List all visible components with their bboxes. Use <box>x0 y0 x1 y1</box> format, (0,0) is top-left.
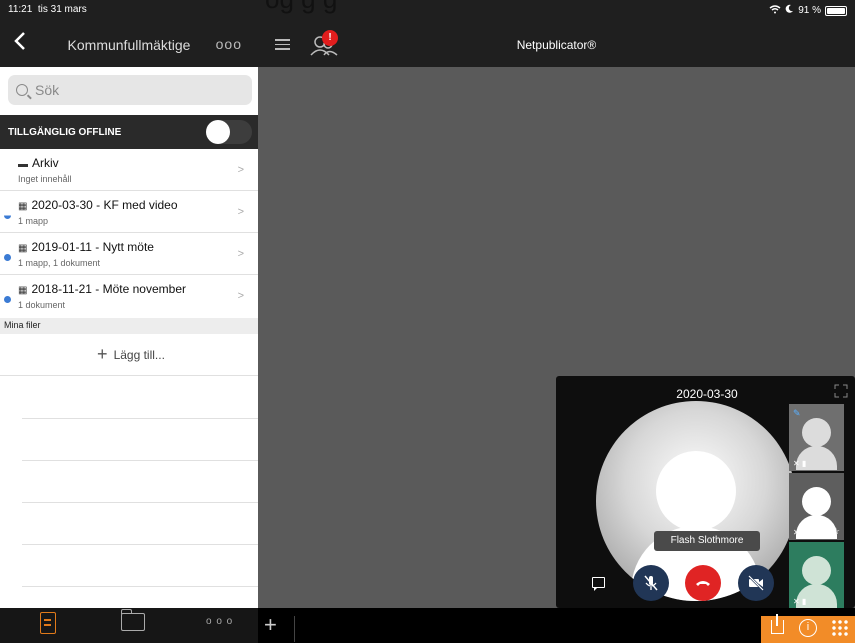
sidebar-toolbar: o o o <box>0 608 258 643</box>
plus-icon: + <box>97 344 108 364</box>
muted-status-icon: ✕ ▮ <box>793 597 807 606</box>
info-icon[interactable]: i <box>799 619 817 637</box>
chevron-right-icon: > <box>237 290 244 302</box>
unread-dot-icon <box>4 296 11 303</box>
status-time: 11:21 tis 31 mars <box>8 4 87 15</box>
document-actions: i <box>761 614 855 643</box>
battery-icon <box>825 5 847 16</box>
sidebar: Kommunfullmäktige ooo Sök TILLGÄNGLIG OF… <box>0 0 258 608</box>
unread-dot-icon <box>4 212 11 219</box>
participant-thumbnail[interactable]: ✕ ▮ <box>789 542 844 608</box>
offline-row: TILLGÄNGLIG OFFLINE <box>0 115 258 149</box>
camera-off-icon <box>748 575 764 591</box>
meeting-title: 2020-03-30 <box>676 387 738 401</box>
expand-icon[interactable] <box>834 384 848 398</box>
app-title: Netpublicator® <box>516 38 597 52</box>
chevron-right-icon: > <box>237 206 244 218</box>
folder-row-archive[interactable]: ▬ Arkiv Inget innehåll > <box>0 149 258 191</box>
folder-tab-icon[interactable] <box>121 609 145 631</box>
unread-dot-icon <box>4 254 11 261</box>
share-icon[interactable] <box>771 614 784 634</box>
star-icon: ☆ <box>831 526 840 536</box>
moon-icon <box>785 4 794 17</box>
muted-status-icon: ✕ ▮ <box>793 459 807 468</box>
participant-thumbnail[interactable]: ✕ ▮ ☆ <box>789 473 844 540</box>
folder-row-2018[interactable]: ▦ 2018-11-21 - Möte november 1 dokument > <box>0 275 258 317</box>
folder-row-2020[interactable]: ▦ 2020-03-30 - KF med video 1 mapp > <box>0 191 258 233</box>
phone-hangup-icon <box>696 581 710 586</box>
search-icon <box>16 84 28 96</box>
camera-button[interactable] <box>738 565 774 601</box>
offline-toggle[interactable] <box>206 120 252 144</box>
calendar-icon: ▦ <box>18 201 28 212</box>
add-file-button[interactable]: + Lägg till... <box>0 334 258 376</box>
grid-icon[interactable] <box>831 619 849 637</box>
chat-icon[interactable] <box>592 577 605 591</box>
pin-icon: ✎ <box>793 408 801 418</box>
list-divider <box>22 502 258 503</box>
battery-percent: 91 % <box>798 5 821 16</box>
calendar-icon: ▦ <box>18 243 28 254</box>
participant-thumbnail[interactable]: ✎ ✕ ▮ <box>789 404 844 471</box>
calendar-icon: ▦ <box>18 285 28 296</box>
list-divider <box>22 586 258 587</box>
more-options-icon[interactable]: ooo <box>216 36 242 52</box>
list-divider <box>22 418 258 419</box>
search-placeholder: Sök <box>35 82 60 98</box>
wifi-icon <box>769 4 781 17</box>
documents-tab-icon[interactable] <box>40 612 56 634</box>
folder-row-2019[interactable]: ▦ 2019-01-11 - Nytt möte 1 mapp, 1 dokume… <box>0 233 258 275</box>
speaker-name: Flash Slothmore <box>654 531 760 551</box>
window-title-fragment: og g g <box>265 0 337 15</box>
muted-status-icon: ✕ ▮ <box>793 528 807 537</box>
video-call-panel: 2020-03-30 Flash Slothmore ✎ ✕ ▮ ✕ ▮ ☆ ✕… <box>556 376 855 608</box>
chevron-right-icon: > <box>237 248 244 260</box>
status-bar: 11:21 tis 31 mars 91 % <box>0 0 855 22</box>
mute-button[interactable] <box>633 565 669 601</box>
section-header-my-files: Mina filer <box>0 318 258 334</box>
search-input[interactable]: Sök <box>8 75 252 105</box>
chevron-right-icon: > <box>237 164 244 176</box>
list-divider <box>22 544 258 545</box>
list-divider <box>22 460 258 461</box>
more-tab-icon[interactable]: o o o <box>206 616 233 627</box>
main-toolbar: + i <box>258 608 855 643</box>
offline-label: TILLGÄNGLIG OFFLINE <box>8 126 122 138</box>
archive-icon: ▬ <box>18 159 28 170</box>
hang-up-button[interactable] <box>685 565 721 601</box>
microphone-muted-icon <box>644 575 658 591</box>
add-button[interactable]: + <box>264 612 277 638</box>
